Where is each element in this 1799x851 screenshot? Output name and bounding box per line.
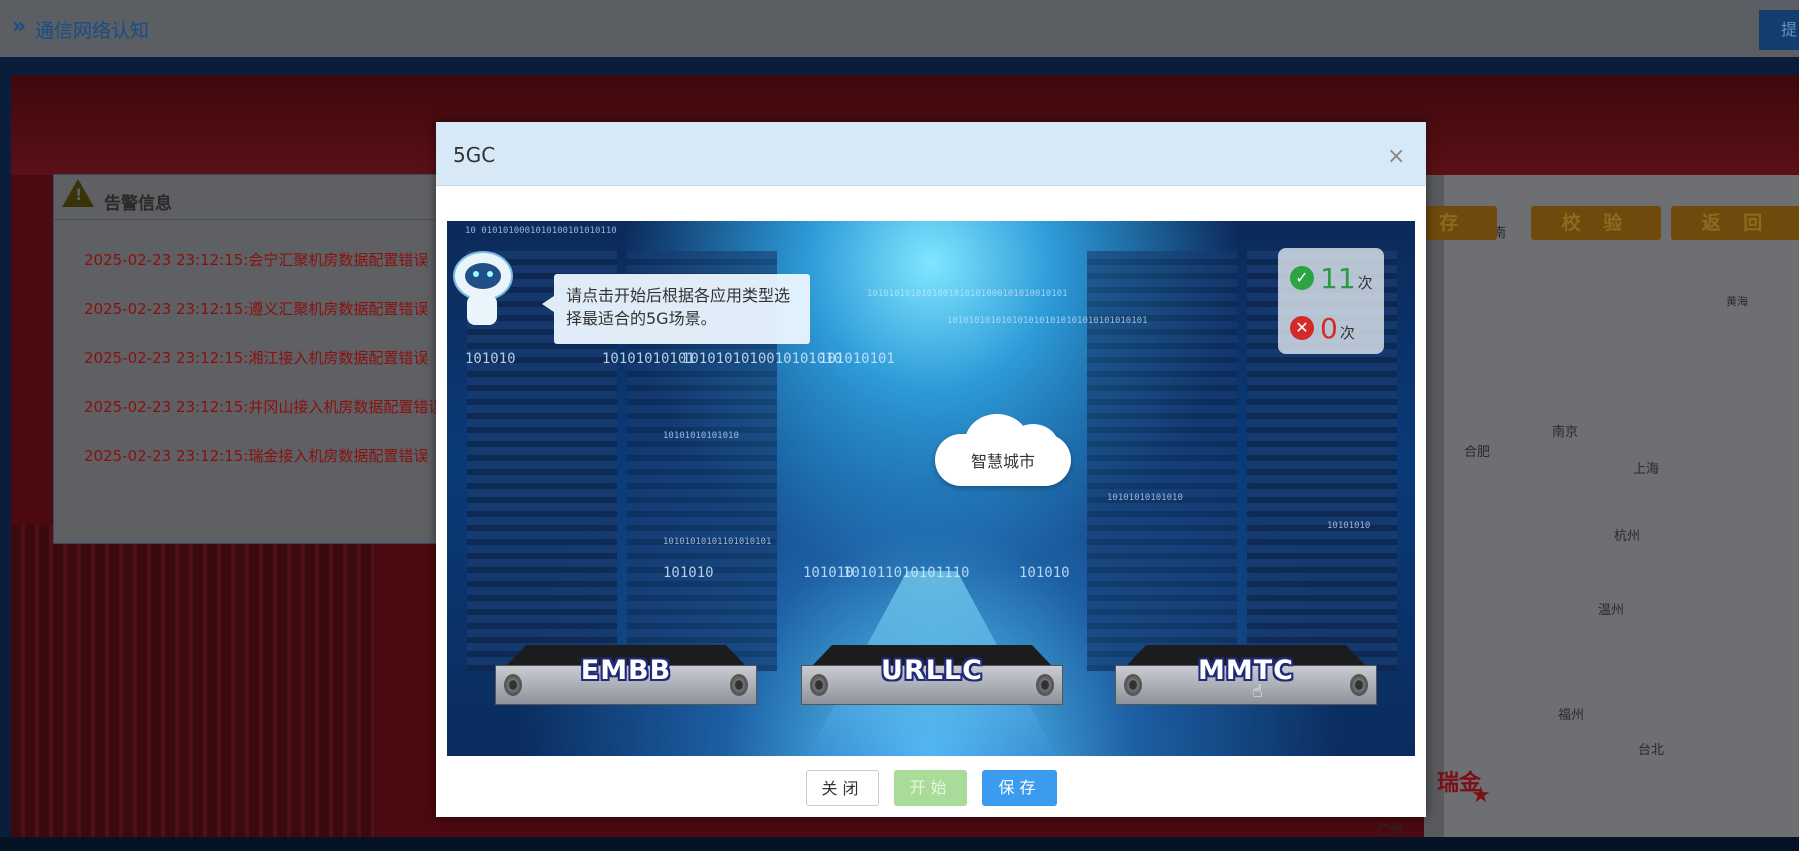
map-label: 南京 [1552,425,1579,440]
server-mmtc[interactable]: MMTC [1115,645,1377,713]
alarm-header: ! 告警信息 [54,175,446,220]
binary-text: 10101010101101010101 [663,537,772,547]
submit-button[interactable]: 提 [1759,10,1799,50]
binary-text: 101010101 [819,351,895,367]
back-button[interactable]: 返 回 [1671,206,1799,240]
binary-text: 1010101010101010101010101010101010101 [947,316,1148,326]
map-label: 广州 [1377,823,1404,837]
server-label: URLLC [881,655,983,686]
binary-text: 101010 [465,351,516,367]
wrong-count-row: ✕ 0 次 [1290,312,1355,345]
verify-button[interactable]: 校 验 [1531,206,1661,240]
app-type-label: 智慧城市 [970,452,1035,471]
score-panel: ✓ 11 次 ✕ 0 次 [1278,248,1384,354]
alarm-item: 2025-02-23 23:12:15:遵义汇聚机房数据配置错误 [84,300,429,318]
map-label: 上海 [1633,462,1660,477]
map-label: 黄海 [1726,295,1748,308]
binary-text: 1010101010101001010101000101010010101 [867,289,1068,299]
alarm-panel: ! 告警信息 2025-02-23 23:12:15:会宁汇聚机房数据配置错误 … [53,174,447,544]
game-stage: 10 0101010001010100101010110 10101010101… [447,221,1415,756]
background-map [1424,175,1799,837]
start-button[interactable]: 开始 [894,770,967,806]
binary-text: 10101010101010 [663,431,739,441]
app-type-cloud[interactable]: 智慧城市 [935,414,1071,494]
close-icon[interactable]: × [1387,144,1405,169]
map-label: 合肥 [1464,445,1491,460]
alarm-item: 2025-02-23 23:12:15:井冈山接入机房数据配置错误 [84,398,444,416]
alarm-item: 2025-02-23 23:12:15:瑞金接入机房数据配置错误 [84,447,429,465]
alarm-item: 2025-02-23 23:12:15:湘江接入机房数据配置错误 [84,349,429,367]
map-label: 温州 [1598,603,1625,618]
binary-text: 101010 [1019,565,1070,581]
count-unit: 次 [1357,274,1373,292]
check-icon: ✓ [1290,266,1314,290]
correct-count-row: ✓ 11 次 [1290,262,1373,295]
close-button[interactable]: 关闭 [806,770,879,806]
modal-title: 5GC [453,143,496,167]
binary-text: 10101010101010 [1107,493,1183,503]
map-label: 福州 [1558,708,1585,723]
star-icon: ★ [1471,783,1491,808]
server-label: MMTC [1198,655,1294,686]
scene-modal: 5GC × 10 0101010001010100101010110 10101… [436,122,1426,817]
save-button[interactable]: 保存 [982,770,1057,806]
binary-text: 101010 [663,565,714,581]
binary-text: 101011010101110 [843,565,970,581]
binary-text: 10 0101010001010100101010110 [465,226,617,236]
top-bar: » 通信网络认知 提 [0,0,1799,57]
server-urllc[interactable]: URLLC [801,645,1063,713]
alarm-title: 告警信息 [104,194,172,214]
map-label: 台北 [1638,743,1665,758]
decorative-grid [11,525,376,837]
modal-header: 5GC × [436,122,1426,186]
hint-bubble: 请点击开始后根据各应用类型选择最适合的5G场景。 [542,274,810,344]
hand-cursor-icon: ☝ [1252,681,1263,702]
binary-text: 10101010101 [602,351,695,367]
robot-mascot-icon [453,251,533,331]
wrong-count: 0 [1320,312,1338,345]
server-embb[interactable]: EMBB [495,645,757,713]
binary-text: 10101010 [1327,521,1371,531]
count-unit: 次 [1339,324,1355,342]
correct-count: 11 [1320,262,1356,295]
warning-icon: ! [62,179,94,207]
map-label: 杭州 [1614,529,1641,544]
alarm-item: 2025-02-23 23:12:15:会宁汇聚机房数据配置错误 [84,251,429,269]
chevron-icon[interactable]: » [12,14,26,39]
page-title: 通信网络认知 [35,20,150,42]
cross-icon: ✕ [1290,316,1314,340]
server-label: EMBB [580,655,672,686]
